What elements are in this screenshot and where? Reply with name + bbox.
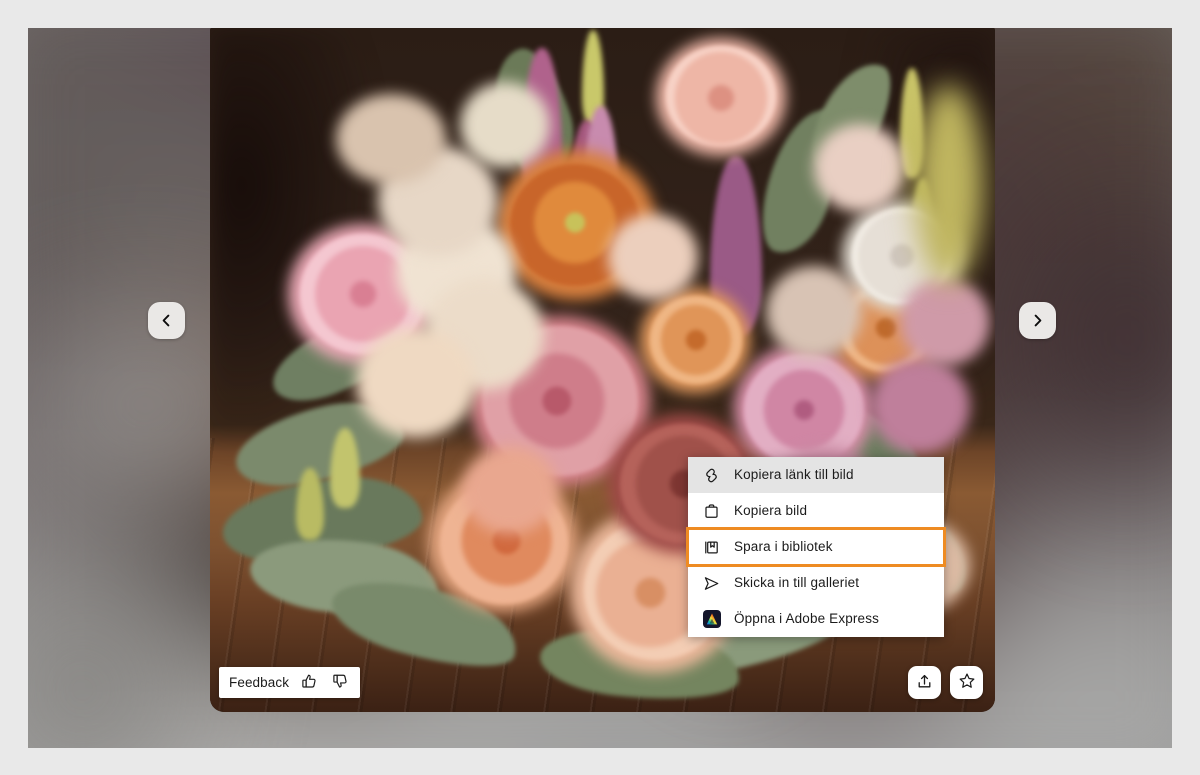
menu-item-open-in-adobe-express[interactable]: Öppna i Adobe Express (688, 601, 944, 637)
adobe-express-badge (702, 610, 721, 628)
menu-item-copy-image-link[interactable]: Kopiera länk till bild (688, 457, 944, 493)
feedback-label: Feedback (229, 675, 290, 690)
thumbs-down-button[interactable] (329, 672, 351, 694)
share-upload-icon (916, 673, 933, 693)
thumbs-down-icon (332, 673, 349, 693)
image-action-buttons (908, 666, 983, 699)
menu-item-label: Skicka in till galleriet (734, 575, 860, 591)
menu-item-label: Spara i bibliotek (734, 539, 833, 555)
menu-item-label: Kopiera länk till bild (734, 467, 854, 483)
menu-item-label: Öppna i Adobe Express (734, 611, 879, 627)
menu-item-save-to-library[interactable]: Spara i bibliotek (686, 527, 946, 567)
chevron-right-icon (1031, 314, 1044, 327)
clipboard-icon (702, 502, 721, 521)
next-image-button[interactable] (1019, 302, 1056, 339)
adobe-express-icon (702, 610, 721, 629)
thumbs-up-icon (301, 673, 318, 693)
image-viewer-root: Feedback Kopiera länk till bild Kopiera … (0, 0, 1200, 775)
share-button[interactable] (908, 666, 941, 699)
feedback-bar: Feedback (219, 667, 361, 698)
previous-image-button[interactable] (148, 302, 185, 339)
favorite-button[interactable] (950, 666, 983, 699)
menu-item-copy-image[interactable]: Kopiera bild (688, 493, 944, 529)
thumbs-up-button[interactable] (298, 672, 320, 694)
link-icon (702, 466, 721, 485)
menu-item-label: Kopiera bild (734, 503, 808, 519)
menu-item-submit-to-gallery[interactable]: Skicka in till galleriet (688, 565, 944, 601)
image-context-menu: Kopiera länk till bild Kopiera bild Spar… (686, 457, 946, 637)
send-paper-plane-icon (702, 574, 721, 593)
chevron-left-icon (160, 314, 173, 327)
save-to-library-icon (702, 538, 721, 557)
star-icon (958, 672, 976, 693)
